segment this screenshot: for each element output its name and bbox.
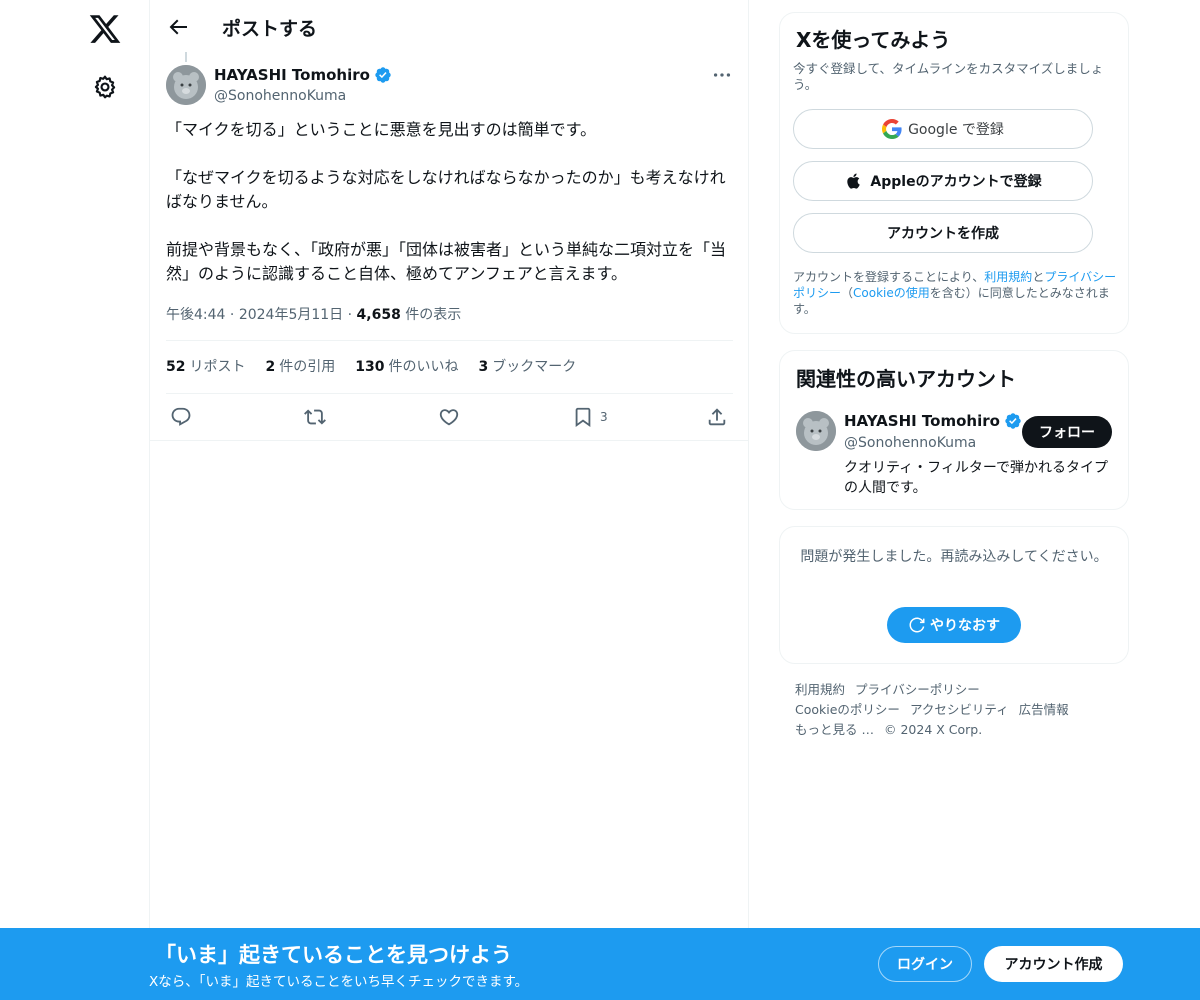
- footer-cookie-link[interactable]: Cookieのポリシー: [795, 702, 900, 717]
- author-name[interactable]: HAYASHI Tomohiro: [214, 66, 370, 84]
- view-count: 4,658: [356, 307, 401, 323]
- post-actions: 3: [166, 403, 733, 433]
- bookmark-count: 3: [600, 410, 608, 424]
- signup-card-title: Xを使ってみよう: [796, 28, 951, 52]
- banner-title: 「いま」起きていることを見つけよう: [155, 943, 512, 967]
- avatar[interactable]: [166, 65, 206, 105]
- divider: [166, 340, 733, 341]
- reply-icon: [171, 407, 191, 426]
- meta-separator: ·: [229, 307, 239, 323]
- bookmark-icon: [575, 407, 591, 428]
- refresh-icon: [909, 617, 925, 633]
- footer-terms-link[interactable]: 利用規約: [795, 682, 845, 697]
- error-card: 問題が発生しました。再読み込みしてください。 やりなおす: [779, 526, 1129, 664]
- stat-reposts[interactable]: 52 リポスト: [166, 356, 245, 376]
- heart-icon: [439, 409, 459, 426]
- main-column: ポストする HAYASHI Tomohiro @SonohennoKuma 「マ…: [150, 0, 749, 1000]
- post-text: 「マイクを切る」ということに悪意を見出すのは簡単です。 「なぜマイクを切るような…: [166, 120, 727, 283]
- signup-card: Xを使ってみよう 今すぐ登録して、タイムラインをカスタマイズしましょう。 Goo…: [779, 12, 1129, 334]
- retry-button[interactable]: やりなおす: [887, 607, 1021, 643]
- top-bar: ポストする: [150, 0, 748, 54]
- stat-likes[interactable]: 130 件のいいね: [355, 356, 458, 376]
- related-bio: クオリティ・フィルターで弾かれるタイプの人間です。: [844, 460, 1109, 496]
- signup-card-subtitle: 今すぐ登録して、タイムラインをカスタマイズしましょう。: [793, 61, 1104, 92]
- gear-icon[interactable]: [92, 74, 118, 100]
- footer-ads-link[interactable]: 広告情報: [1019, 702, 1069, 717]
- login-banner: 「いま」起きていることを見つけよう Xなら、「いま」起きていることをいち早くチェ…: [0, 928, 1200, 1000]
- retry-label: やりなおす: [930, 618, 1000, 634]
- create-account-button[interactable]: アカウントを作成: [793, 213, 1093, 253]
- google-signup-button[interactable]: Google で登録: [793, 109, 1093, 149]
- create-account-label: アカウントを作成: [887, 226, 999, 242]
- cookie-link[interactable]: Cookieの使用: [853, 286, 930, 300]
- apple-signup-button[interactable]: Appleのアカウントで登録: [793, 161, 1093, 201]
- signup-button[interactable]: アカウント作成: [984, 946, 1123, 982]
- author-name-row[interactable]: HAYASHI Tomohiro: [214, 66, 392, 84]
- footer-more-link[interactable]: もっと見る …: [795, 722, 874, 737]
- post-date[interactable]: 2024年5月11日: [239, 307, 343, 323]
- follow-button[interactable]: フォロー: [1022, 416, 1112, 448]
- post-time[interactable]: 午後4:44: [166, 307, 225, 323]
- banner-subtitle: Xなら、「いま」起きていることをいち早くチェックできます。: [149, 974, 529, 990]
- bookmark-button[interactable]: 3: [572, 405, 608, 429]
- apple-signup-label: Appleのアカウントで登録: [870, 174, 1042, 190]
- divider: [166, 393, 733, 394]
- related-handle[interactable]: @SonohennoKuma: [844, 435, 976, 451]
- divider: [150, 440, 749, 441]
- legal-prefix: アカウントを登録することにより、: [793, 270, 985, 284]
- footer-copyright: © 2024 X Corp.: [883, 722, 983, 737]
- reply-button[interactable]: [170, 405, 192, 429]
- left-navigation: [0, 0, 150, 1000]
- legal-paren: （: [841, 286, 854, 300]
- stat-bookmarks[interactable]: 3 ブックマーク: [478, 356, 576, 376]
- verified-badge-icon: [1005, 413, 1021, 429]
- post-stats: 52 リポスト 2 件の引用 130 件のいいね 3 ブックマーク: [166, 356, 576, 376]
- meta-separator: ·: [347, 307, 357, 323]
- x-logo-icon[interactable]: [88, 12, 122, 46]
- legal-and: と: [1032, 270, 1045, 284]
- like-button[interactable]: [438, 405, 460, 429]
- verified-badge-icon: [375, 67, 391, 83]
- repost-icon: [304, 409, 326, 425]
- related-avatar[interactable]: [796, 411, 836, 451]
- google-signup-label: Google で登録: [908, 122, 1004, 138]
- view-count-label: 件の表示: [405, 307, 462, 323]
- footer-accessibility-link[interactable]: アクセシビリティ: [910, 702, 1009, 717]
- footer-links: 利用規約 プライバシーポリシー Cookieのポリシー アクセシビリティ 広告情報 も…: [795, 680, 1125, 740]
- post-meta: 午後4:44 · 2024年5月11日 · 4,658 件の表示: [166, 304, 461, 324]
- legal-text: アカウントを登録することにより、利用規約とプライバシーポリシー（Cookieの使…: [793, 269, 1123, 317]
- repost-button[interactable]: [304, 405, 326, 429]
- google-logo-icon: [882, 119, 902, 139]
- login-button[interactable]: ログイン: [878, 946, 972, 982]
- stat-quotes[interactable]: 2 件の引用: [265, 356, 335, 376]
- related-title: 関連性の高いアカウント: [796, 367, 1016, 391]
- share-icon: [708, 408, 726, 426]
- back-arrow-icon[interactable]: [166, 15, 190, 39]
- related-accounts-card: 関連性の高いアカウント HAYASHI Tomohiro @SonohennoK…: [779, 350, 1129, 510]
- share-button[interactable]: [706, 405, 728, 429]
- related-name-row[interactable]: HAYASHI Tomohiro: [844, 412, 1022, 430]
- terms-link[interactable]: 利用規約: [984, 270, 1032, 284]
- related-name[interactable]: HAYASHI Tomohiro: [844, 412, 1000, 430]
- author-handle[interactable]: @SonohennoKuma: [214, 88, 346, 104]
- apple-logo-icon: [847, 173, 861, 189]
- footer-privacy-link[interactable]: プライバシーポリシー: [855, 682, 980, 697]
- thread-line: [185, 52, 187, 62]
- post-author: HAYASHI Tomohiro @SonohennoKuma: [166, 64, 733, 108]
- error-message: 問題が発生しました。再読み込みしてください。: [800, 549, 1108, 565]
- more-options-icon[interactable]: [711, 64, 733, 86]
- page-title: ポストする: [222, 17, 318, 40]
